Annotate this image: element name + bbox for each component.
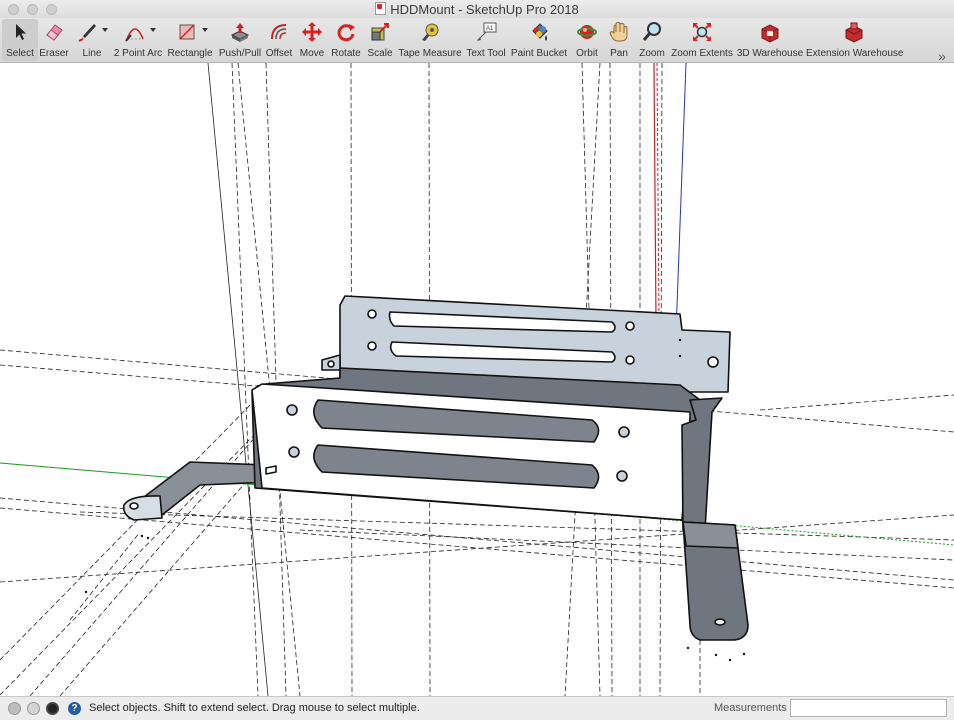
line-tool-label: Line: [82, 48, 102, 59]
move-tool-button[interactable]: Move: [296, 19, 328, 61]
line-tool-button[interactable]: Line: [72, 19, 112, 61]
rectangle-tool-button[interactable]: Rectangle: [166, 19, 214, 61]
text-tool-label: Text Tool: [466, 48, 506, 59]
window-title: HDDMount - SketchUp Pro 2018: [0, 2, 954, 17]
zoom-extents-icon: [693, 23, 711, 41]
3d-warehouse-icon: [761, 24, 779, 43]
select-tool-button[interactable]: Select: [2, 19, 38, 61]
eraser-tool-button[interactable]: Eraser: [38, 19, 70, 61]
tape-measure-tool-label: Tape Measure: [398, 48, 462, 59]
rotate-icon: [337, 24, 355, 42]
rectangle-tool-label: Rectangle: [167, 48, 213, 59]
move-icon: [302, 22, 322, 42]
title-bar: HDDMount - SketchUp Pro 2018: [0, 0, 954, 18]
offset-icon: [271, 24, 287, 40]
orbit-icon: [577, 25, 597, 39]
rotate-tool-label: Rotate: [331, 48, 361, 59]
2-point-arc-tool-label: 2 Point Arc: [113, 48, 163, 59]
scale-tool-button[interactable]: Scale: [364, 19, 396, 61]
rectangle-icon: [179, 24, 195, 40]
orbit-tool-label: Orbit: [576, 48, 598, 59]
model-canvas[interactable]: [0, 63, 954, 696]
offset-tool-label: Offset: [265, 48, 293, 59]
move-tool-label: Move: [299, 48, 325, 59]
measurements-label: Measurements: [714, 702, 787, 714]
user-account-icon[interactable]: [46, 702, 59, 715]
zoom-tool-label: Zoom: [639, 48, 665, 59]
paint-bucket-tool-button[interactable]: Paint Bucket: [510, 19, 568, 61]
arc-dropdown-arrow[interactable]: [150, 28, 156, 32]
toolbar-overflow-button[interactable]: »: [934, 48, 950, 64]
zoom-icon: [642, 22, 661, 41]
svg-text:A1: A1: [486, 26, 494, 32]
rotate-tool-button[interactable]: Rotate: [328, 19, 364, 61]
pencil-line-icon: [78, 24, 96, 42]
zoom-extents-tool-label: Zoom Extents: [671, 48, 733, 59]
model-viewport[interactable]: [0, 63, 954, 696]
pan-tool-label: Pan: [610, 48, 628, 59]
select-arrow-icon: [16, 24, 26, 40]
push-pull-tool-label: Push/Pull: [218, 48, 262, 59]
arc-icon: [125, 28, 144, 42]
extension-warehouse-label: Extension Warehouse: [806, 48, 904, 59]
2-point-arc-tool-button[interactable]: 2 Point Arc: [112, 19, 164, 61]
status-bar: ? Select objects. Shift to extend select…: [0, 696, 954, 720]
paint-bucket-icon: [532, 23, 548, 41]
tape-measure-icon: [422, 23, 439, 41]
3d-warehouse-label: 3D Warehouse: [736, 48, 804, 59]
geo-location-icon[interactable]: [8, 702, 21, 715]
tape-measure-tool-button[interactable]: Tape Measure: [398, 19, 462, 61]
window-title-text: HDDMount - SketchUp Pro 2018: [390, 2, 579, 17]
select-tool-label: Select: [6, 48, 34, 59]
credits-icon[interactable]: [27, 702, 40, 715]
push-pull-icon: [230, 23, 250, 42]
paint-bucket-tool-label: Paint Bucket: [510, 48, 568, 59]
scale-icon: [371, 23, 389, 41]
status-message: Select objects. Shift to extend select. …: [89, 702, 420, 714]
pan-tool-button[interactable]: Pan: [604, 19, 634, 61]
text-tool-button[interactable]: A1 Text Tool: [464, 19, 508, 61]
scale-tool-label: Scale: [367, 48, 393, 59]
eraser-icon: [46, 24, 63, 41]
orbit-tool-button[interactable]: Orbit: [570, 19, 604, 61]
eraser-tool-label: Eraser: [39, 48, 69, 59]
text-tool-icon: A1: [477, 22, 497, 41]
pan-hand-icon: [609, 21, 628, 42]
help-icon[interactable]: ?: [68, 702, 81, 715]
rectangle-dropdown-arrow[interactable]: [202, 28, 208, 32]
offset-tool-button[interactable]: Offset: [264, 19, 294, 61]
large-tool-set-toolbar: Select Eraser Line 2 Point Arc Rectangle…: [0, 18, 954, 64]
hdd-mount-model[interactable]: [122, 295, 749, 641]
zoom-extents-tool-button[interactable]: Zoom Extents: [670, 19, 734, 61]
extension-warehouse-icon: [845, 22, 863, 43]
3d-warehouse-button[interactable]: 3D Warehouse: [736, 19, 804, 61]
push-pull-tool-button[interactable]: Push/Pull: [216, 19, 264, 61]
line-dropdown-arrow[interactable]: [102, 28, 108, 32]
document-icon: [375, 2, 387, 15]
extension-warehouse-button[interactable]: Extension Warehouse: [806, 19, 904, 61]
measurements-input[interactable]: [790, 699, 947, 717]
zoom-tool-button[interactable]: Zoom: [636, 19, 668, 61]
